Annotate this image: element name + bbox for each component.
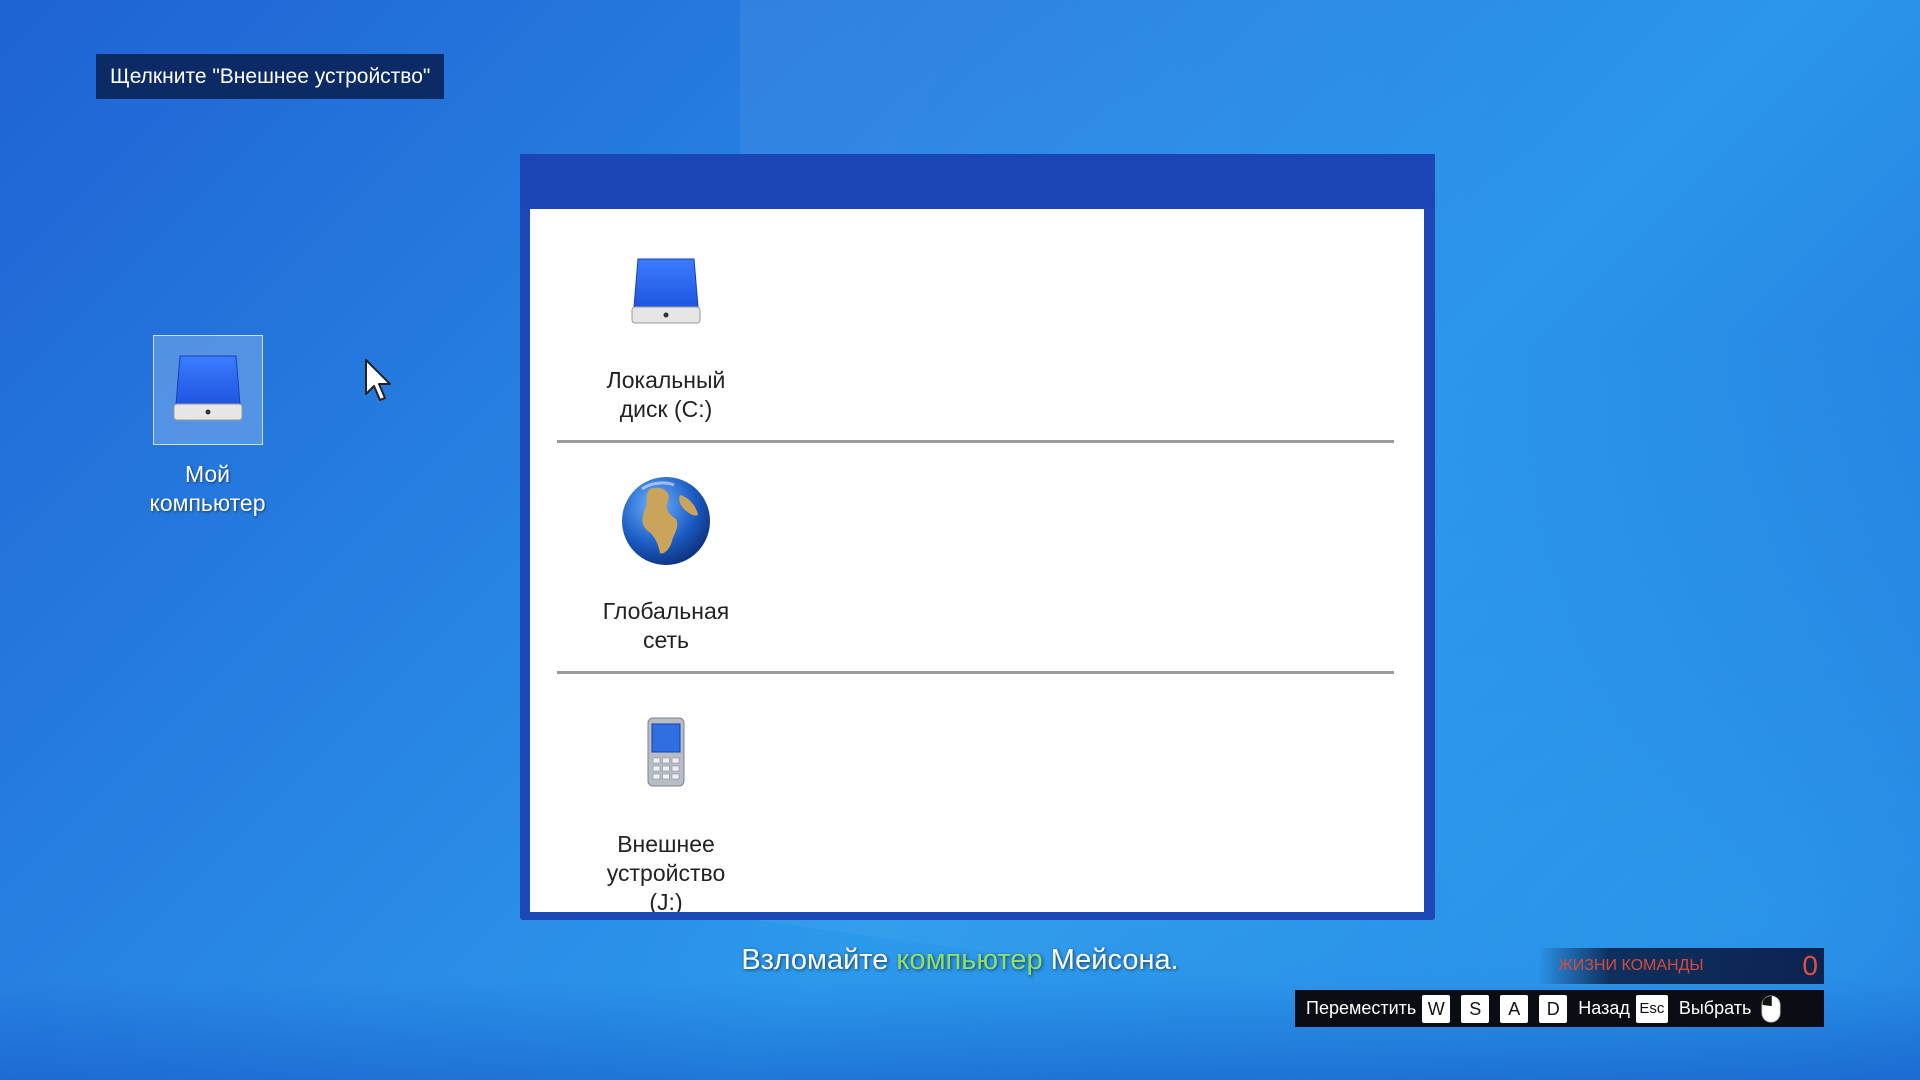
- team-lives-label: ЖИЗНИ КОМАНДЫ: [1558, 957, 1704, 974]
- file-explorer-window: Локальный диск (C:) Глобальная сеть Внеш…: [520, 154, 1435, 920]
- back-label: Назад: [1578, 998, 1630, 1018]
- window-content: Локальный диск (C:) Глобальная сеть Внеш…: [530, 209, 1424, 912]
- list-item-label: Внешнее устройство (J:): [606, 831, 726, 912]
- mouse-icon: [1761, 995, 1781, 1022]
- instruction-hint: Щелкните "Внешнее устройство": [96, 54, 445, 99]
- key-esc: Esc: [1635, 994, 1668, 1023]
- controls-hint-bar: Переместить W S A D Назад Esc Выбрать: [1295, 990, 1824, 1027]
- list-item-label: Локальный диск (C:): [606, 367, 726, 422]
- list-item-global-network[interactable]: Глобальная сеть: [530, 443, 1424, 671]
- list-item-label: Глобальная сеть: [602, 598, 730, 653]
- key-a: A: [1500, 994, 1529, 1023]
- objective-highlight: компьютер: [896, 944, 1043, 976]
- select-label: Выбрать: [1678, 998, 1752, 1018]
- desktop-icon-selection: [152, 335, 263, 445]
- objective-text: Взломайте: [741, 944, 897, 976]
- mobile-phone-icon: [647, 717, 685, 787]
- list-item-local-disk[interactable]: Локальный диск (C:): [530, 209, 1424, 440]
- desktop-icon-label: Мой компьютер: [149, 461, 266, 516]
- team-lives-panel: ЖИЗНИ КОМАНДЫ 0: [1538, 948, 1824, 984]
- key-d: D: [1539, 994, 1568, 1023]
- key-w: W: [1422, 994, 1451, 1023]
- window-titlebar: [520, 154, 1435, 209]
- objective-text: Мейсона.: [1042, 944, 1179, 976]
- desktop-icon-my-computer[interactable]: Мой компьютер: [130, 335, 285, 518]
- key-s: S: [1461, 994, 1490, 1023]
- move-label: Переместить: [1306, 998, 1417, 1018]
- hard-drive-icon: [631, 258, 701, 324]
- hard-drive-icon: [173, 355, 242, 421]
- mouse-cursor-icon: [365, 359, 391, 401]
- globe-icon: [622, 477, 710, 565]
- list-item-external-device[interactable]: Внешнее устройство (J:): [530, 674, 1424, 912]
- team-lives-value: 0: [1802, 950, 1818, 981]
